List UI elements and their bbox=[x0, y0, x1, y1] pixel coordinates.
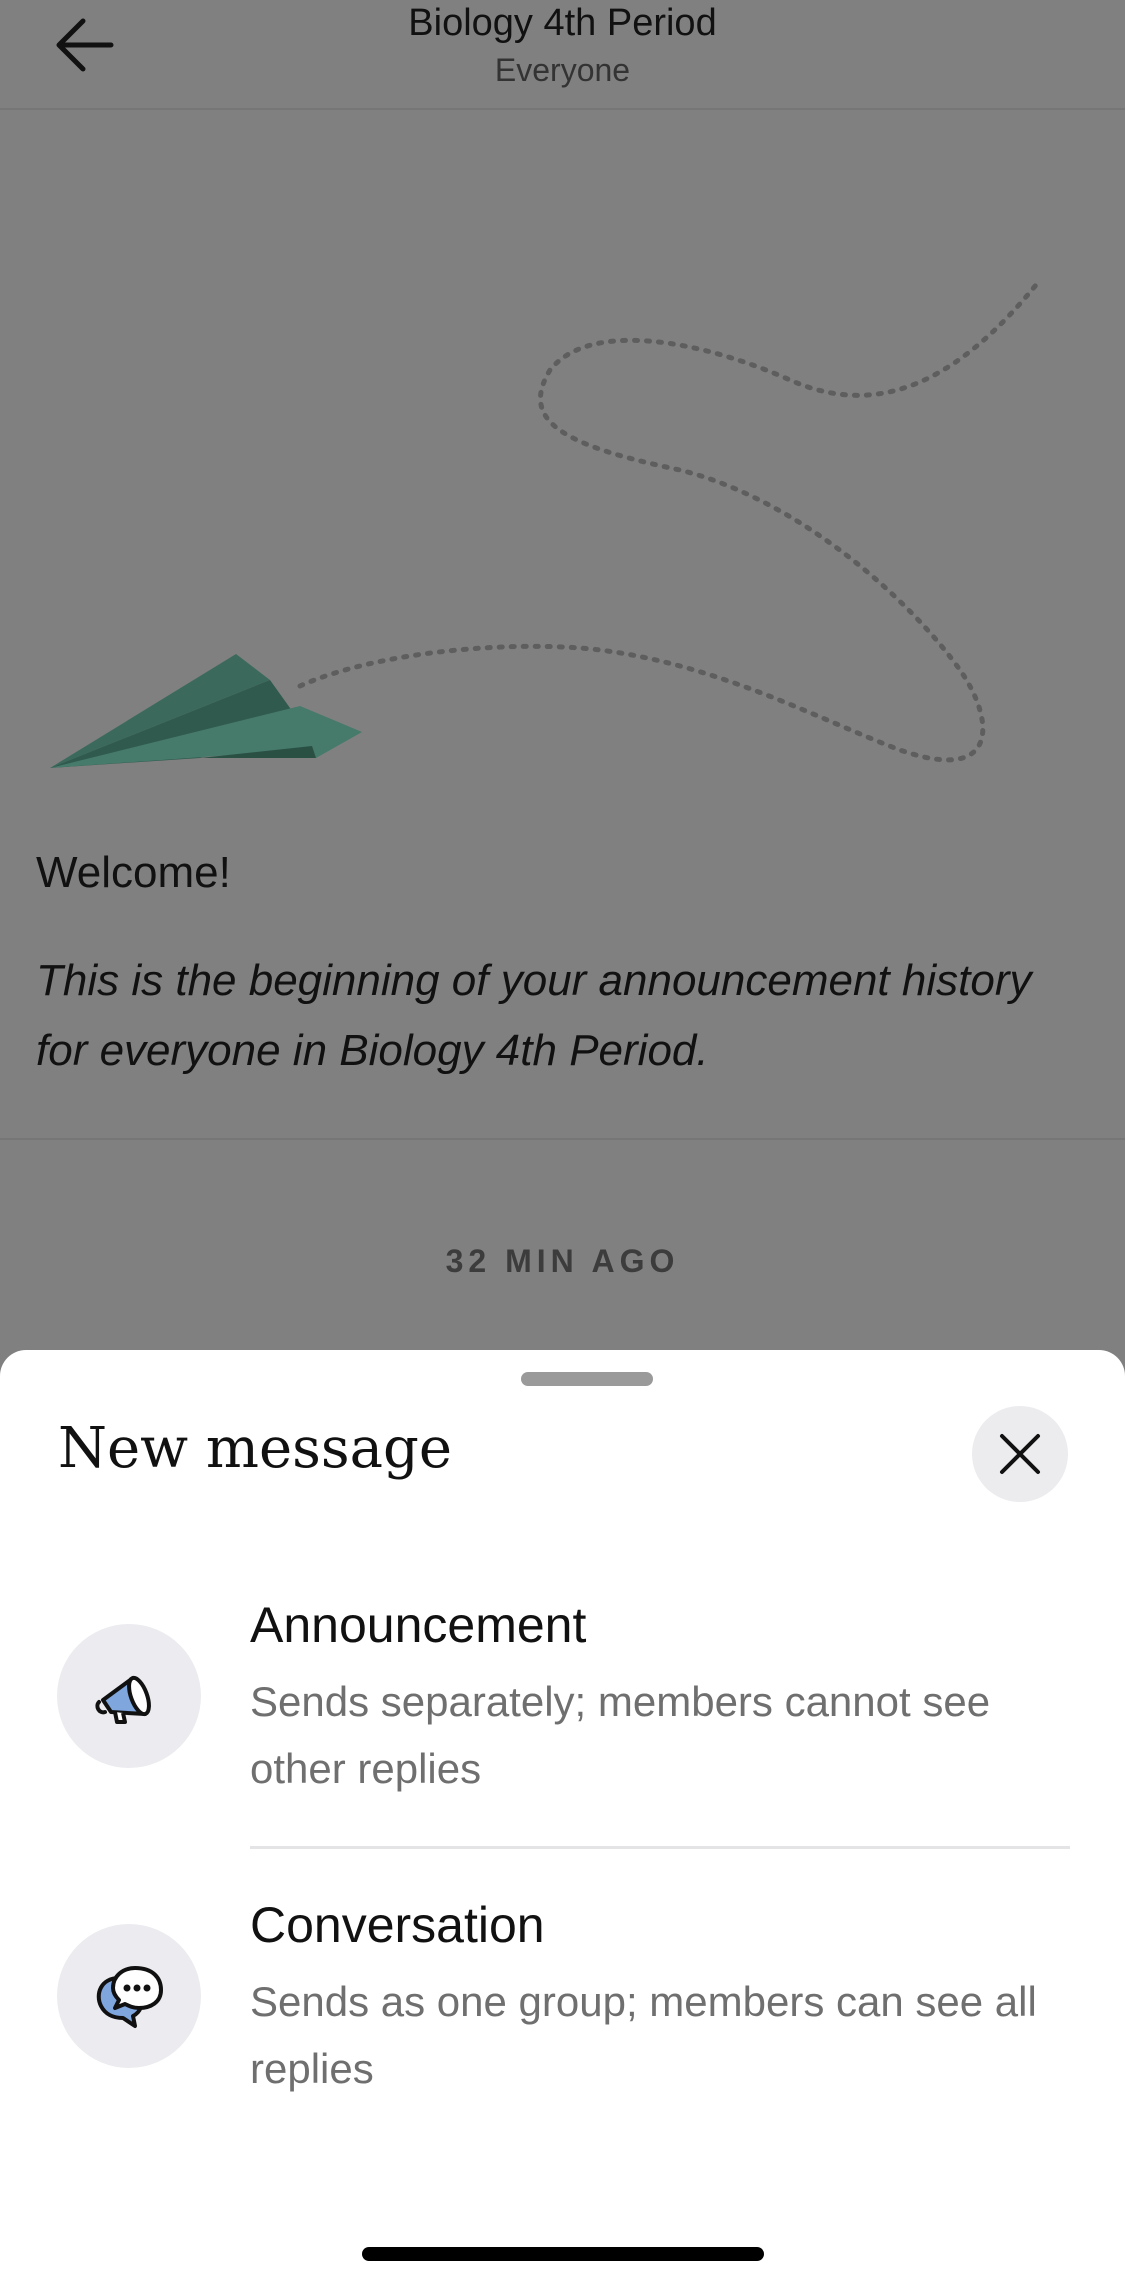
home-indicator[interactable] bbox=[362, 2247, 764, 2261]
intro-text: This is the beginning of your announceme… bbox=[36, 956, 1032, 1075]
welcome-heading: Welcome! bbox=[36, 848, 231, 897]
close-icon bbox=[1000, 1434, 1040, 1474]
announcement-title: Announcement bbox=[250, 1597, 587, 1653]
page-title: Biology 4th Period bbox=[408, 2, 717, 44]
conversation-title: Conversation bbox=[250, 1897, 545, 1953]
megaphone-icon bbox=[95, 1675, 151, 1724]
sheet-grabber[interactable] bbox=[521, 1372, 653, 1386]
new-message-sheet: New message Announcement Sends separatel… bbox=[0, 1350, 1125, 2284]
divider bbox=[0, 1138, 1125, 1140]
conversation-description: Sends as one group; members can see all … bbox=[250, 1978, 1037, 2092]
page-subtitle: Everyone bbox=[494, 52, 631, 88]
conversation-option[interactable]: Conversation Sends as one group; members… bbox=[0, 1896, 1125, 2146]
conversation-icon-circle bbox=[57, 1924, 201, 2068]
paper-plane-icon bbox=[50, 280, 1043, 768]
chat-bubbles-icon bbox=[96, 1966, 163, 2028]
top-bar: Biology 4th Period Everyone bbox=[0, 0, 1125, 110]
close-button[interactable] bbox=[972, 1406, 1068, 1502]
timestamp: 32 MIN AGO bbox=[445, 1243, 680, 1279]
announcement-description: Sends separately; members cannot see oth… bbox=[250, 1678, 991, 1792]
option-divider bbox=[250, 1846, 1070, 1849]
sheet-title: New message bbox=[58, 1416, 452, 1481]
announcement-icon-circle bbox=[57, 1624, 201, 1768]
announcement-option[interactable]: Announcement Sends separately; members c… bbox=[0, 1596, 1125, 1846]
